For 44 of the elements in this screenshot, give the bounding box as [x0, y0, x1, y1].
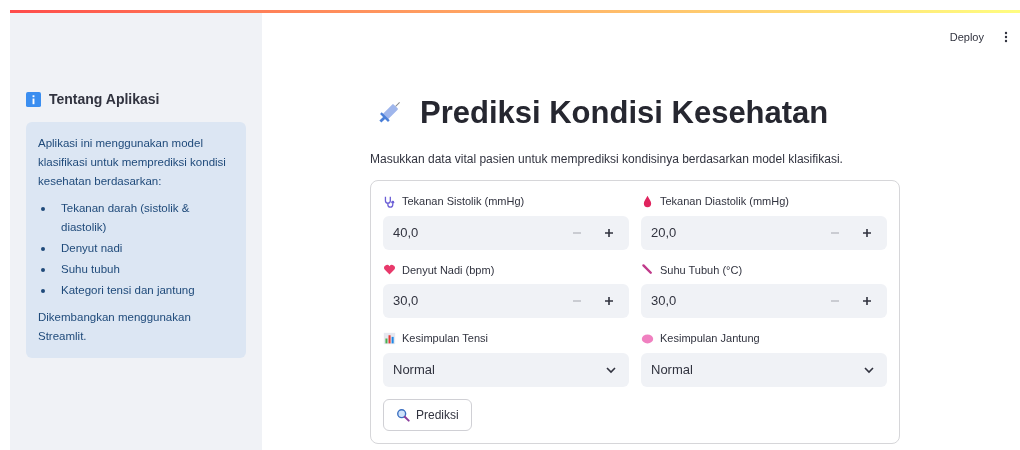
heart-icon	[383, 263, 396, 277]
drop-icon	[641, 194, 654, 208]
predict-button[interactable]: Prediksi	[383, 398, 472, 431]
deploy-button[interactable]: Deploy	[949, 29, 984, 46]
list-item: Suhu tubuh	[61, 262, 120, 277]
select-value: Normal	[651, 360, 694, 379]
number-input[interactable]: 30,0	[383, 284, 629, 318]
input-value: 20,0	[651, 223, 678, 242]
info-text: Aplikasi ini menggunakan model klasifikasi untuk memprediksi kondisi kesehatan berdasarkan:	[38, 136, 227, 189]
bullet-icon	[41, 247, 45, 251]
select-dropdown[interactable]: Normal	[383, 352, 629, 387]
field-label: Tekanan Diastolik (mmHg)	[660, 194, 789, 209]
plus-icon	[604, 227, 614, 238]
select-value: Normal	[393, 360, 436, 379]
field-label: Suhu Tubuh (°C)	[660, 262, 743, 278]
stethoscope-icon	[383, 194, 396, 208]
field-label: Kesimpulan Jantung	[660, 331, 760, 346]
info-footer: Dikembangkan menggunakan Streamlit.	[38, 308, 234, 346]
more-icon[interactable]	[1004, 31, 1008, 44]
sidebar-title: Tentang Aplikasi	[49, 90, 160, 109]
page-title: Prediksi Kondisi Kesehatan	[420, 93, 829, 132]
plus-icon	[862, 227, 872, 238]
list-item: Tekanan darah (sistolik & diastolik)	[61, 201, 191, 235]
select-dropdown[interactable]: Normal	[641, 352, 887, 387]
magnifier-icon	[396, 407, 410, 422]
input-value: 40,0	[393, 223, 420, 242]
field-label: Tekanan Sistolik (mmHg)	[402, 194, 525, 209]
number-input[interactable]: 30,0	[641, 284, 887, 318]
page-subtitle: Masukkan data vital pasien untuk memprediksi kondisinya berdasarkan model klasifikasi.	[370, 151, 844, 168]
list-item: Denyut nadi	[61, 241, 123, 256]
input-value: 30,0	[393, 292, 420, 311]
plus-icon	[862, 296, 872, 306]
bar-chart-icon	[383, 331, 396, 345]
number-input[interactable]: 40,0	[383, 215, 629, 250]
bullet-icon	[41, 207, 45, 211]
input-value: 30,0	[651, 292, 678, 311]
list-item: Kategori tensi dan jantung	[61, 283, 195, 298]
bullet-icon	[41, 268, 45, 272]
field-label: Kesimpulan Tensi	[402, 331, 488, 346]
info-icon	[26, 92, 41, 107]
number-input[interactable]: 20,0	[641, 215, 887, 250]
field-label: Denyut Nadi (bpm)	[402, 262, 495, 278]
bullet-icon	[41, 289, 45, 293]
plus-icon	[604, 296, 614, 306]
